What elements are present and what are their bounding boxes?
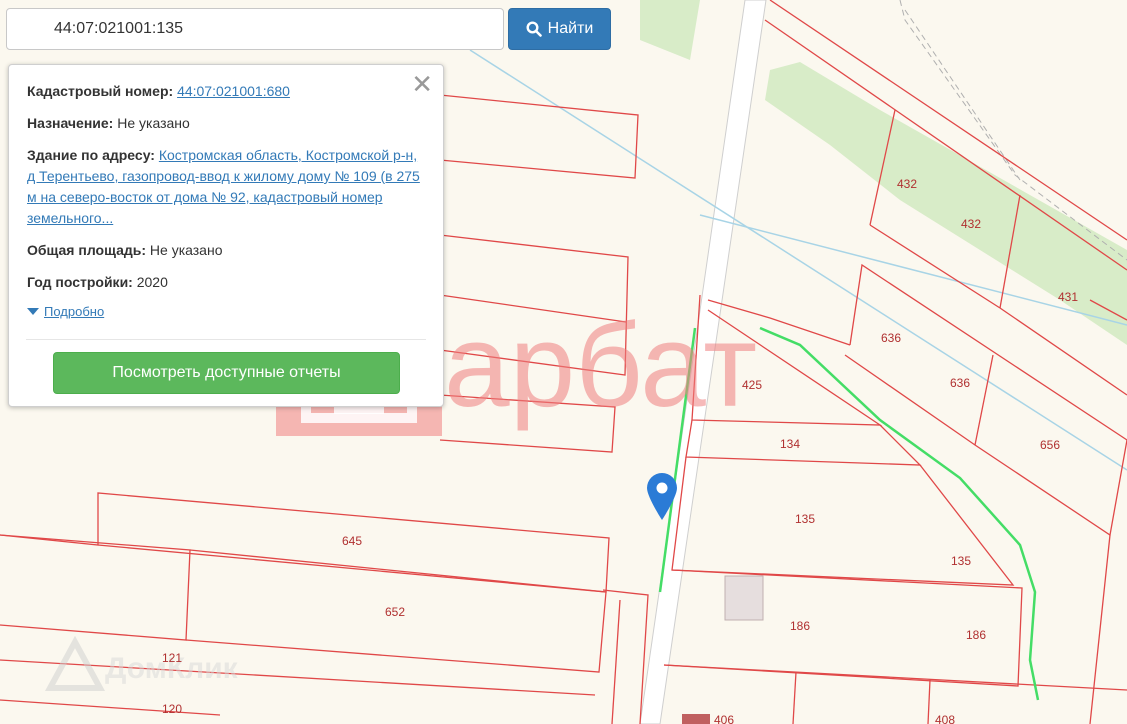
- building-footprint: [724, 575, 764, 621]
- map-pin-icon[interactable]: [645, 471, 679, 521]
- plot-label: 120: [162, 702, 182, 716]
- plot-label: 135: [795, 512, 815, 526]
- area-value: Не указано: [149, 242, 223, 258]
- plot-label: 186: [790, 619, 810, 633]
- building-footprint: [682, 714, 710, 724]
- plot-label: 121: [162, 651, 182, 665]
- search-icon: [526, 21, 542, 37]
- plot-label: 432: [961, 217, 981, 231]
- plot-label: 431: [1058, 290, 1078, 304]
- svg-text:арбат: арбат: [444, 300, 757, 432]
- object-info-popup: ✕ Кадастровый номер: 44:07:021001:680 На…: [8, 64, 444, 407]
- details-link[interactable]: Подробно: [44, 304, 104, 319]
- cadastral-label: Кадастровый номер:: [27, 83, 174, 99]
- divider: [26, 339, 426, 340]
- view-reports-button[interactable]: Посмотреть доступные отчеты: [53, 352, 400, 394]
- search-input[interactable]: [6, 8, 504, 50]
- building-row: Здание по адресу: Костромская область, К…: [27, 145, 425, 229]
- search-button[interactable]: Найти: [508, 8, 611, 50]
- purpose-row: Назначение: Не указано: [27, 113, 425, 134]
- plot-label: 656: [1040, 438, 1060, 452]
- plot-label: 406: [714, 713, 734, 724]
- plot-label: 135: [951, 554, 971, 568]
- plot-label: 652: [385, 605, 405, 619]
- plot-label: 636: [881, 331, 901, 345]
- plot-label: 636: [950, 376, 970, 390]
- plot-label: 134: [780, 437, 800, 451]
- year-label: Год постройки:: [27, 274, 133, 290]
- cadastral-link[interactable]: 44:07:021001:680: [177, 83, 290, 99]
- plot-label: 645: [342, 534, 362, 548]
- area-label: Общая площадь:: [27, 242, 147, 258]
- area-row: Общая площадь: Не указано: [27, 240, 425, 261]
- building-label: Здание по адресу:: [27, 147, 155, 163]
- plot-label: 186: [966, 628, 986, 642]
- close-icon[interactable]: ✕: [411, 71, 433, 97]
- year-row: Год постройки: 2020: [27, 272, 425, 293]
- details-toggle[interactable]: Подробно: [27, 304, 425, 319]
- arbat-watermark: арбат: [444, 300, 757, 432]
- plot-label: 432: [897, 177, 917, 191]
- triangle-down-icon: [27, 308, 39, 315]
- plot-label: 408: [935, 713, 955, 724]
- year-value: 2020: [136, 274, 168, 290]
- purpose-label: Назначение:: [27, 115, 114, 131]
- search-button-label: Найти: [547, 20, 594, 37]
- cadastral-row: Кадастровый номер: 44:07:021001:680: [27, 81, 425, 102]
- purpose-value: Не указано: [117, 115, 190, 131]
